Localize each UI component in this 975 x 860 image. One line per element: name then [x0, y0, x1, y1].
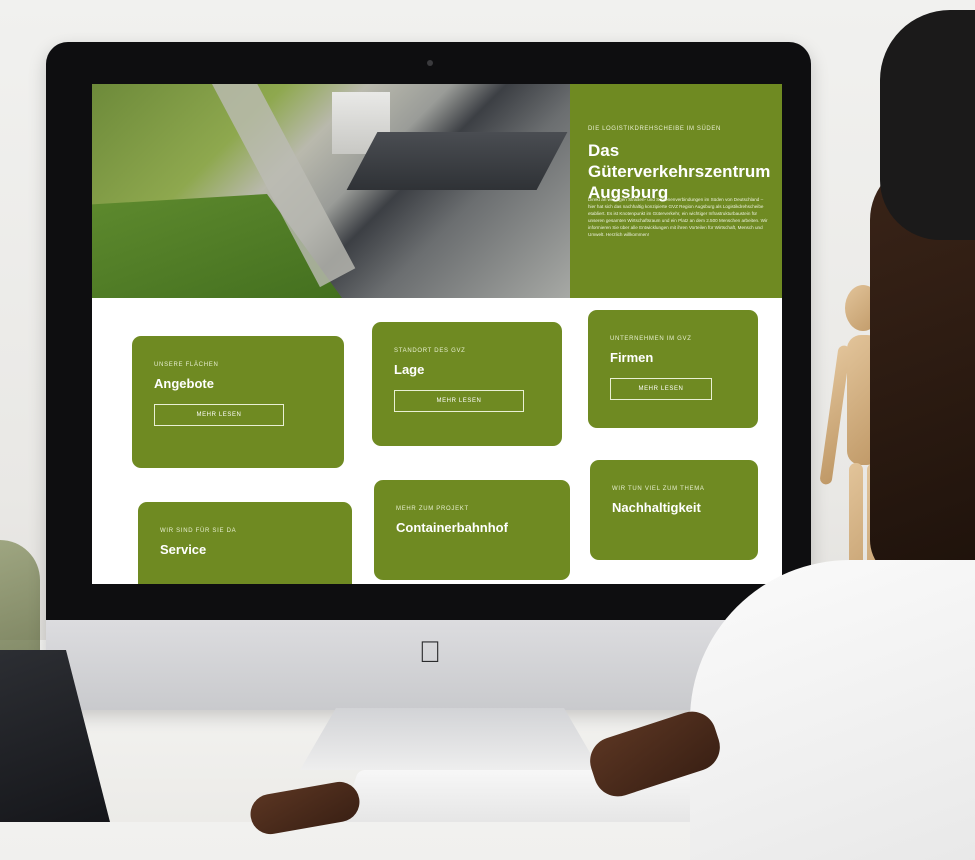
card-firmen[interactable]: UNTERNEHMEN IM GVZ Firmen MEHR LESEN [588, 310, 758, 428]
plant-decoration [0, 540, 40, 650]
card-lage[interactable]: STANDORT DES GVZ Lage MEHR LESEN [372, 322, 562, 446]
card-title: Containerbahnhof [396, 520, 508, 535]
read-more-button[interactable]: MEHR LESEN [154, 404, 284, 426]
card-title: Firmen [610, 350, 654, 365]
card-nachhaltigkeit[interactable]: WIR TUN VIEL ZUM THEMA Nachhaltigkeit [590, 460, 758, 560]
figurine-arm [819, 344, 851, 486]
read-more-button[interactable]: MEHR LESEN [394, 390, 524, 412]
read-more-button[interactable]: MEHR LESEN [610, 378, 712, 400]
card-title: Lage [394, 362, 425, 377]
card-angebote[interactable]: UNSERE FLÄCHEN Angebote MEHR LESEN [132, 336, 344, 468]
hero-text-panel: DIE LOGISTIKDREHSCHEIBE IM SÜDEN Das Güt… [570, 84, 782, 298]
card-eyebrow: MEHR ZUM PROJEKT [396, 506, 469, 512]
monitor-stand [300, 708, 600, 770]
aerial-photo [92, 84, 570, 298]
warehouse-building [346, 132, 568, 190]
hero-description: Direkt an wichtigen Straßen- und Schiene… [588, 197, 768, 237]
apple-logo-icon:  [418, 638, 442, 668]
hero-eyebrow: DIE LOGISTIKDREHSCHEIBE IM SÜDEN [588, 126, 721, 132]
card-eyebrow: UNSERE FLÄCHEN [154, 362, 219, 368]
card-eyebrow: STANDORT DES GVZ [394, 348, 466, 354]
card-title: Angebote [154, 376, 214, 391]
website-screen: DIE LOGISTIKDREHSCHEIBE IM SÜDEN Das Güt… [92, 84, 782, 584]
card-title: Service [160, 542, 207, 557]
card-eyebrow: UNTERNEHMEN IM GVZ [610, 336, 692, 342]
cards-section: UNSERE FLÄCHEN Angebote MEHR LESEN STAND… [92, 298, 782, 584]
card-service[interactable]: WIR SIND FÜR SIE DA Service [138, 502, 352, 584]
hero-section: DIE LOGISTIKDREHSCHEIBE IM SÜDEN Das Güt… [92, 84, 782, 298]
card-eyebrow: WIR SIND FÜR SIE DA [160, 528, 237, 534]
person-hair [880, 10, 975, 240]
camera-icon [427, 60, 433, 66]
card-containerbahnhof[interactable]: MEHR ZUM PROJEKT Containerbahnhof [374, 480, 570, 580]
card-title: Nachhaltigkeit [612, 500, 701, 515]
card-eyebrow: WIR TUN VIEL ZUM THEMA [612, 486, 705, 492]
hero-title: Das Güterverkehrszentrum Augsburg [588, 141, 771, 202]
